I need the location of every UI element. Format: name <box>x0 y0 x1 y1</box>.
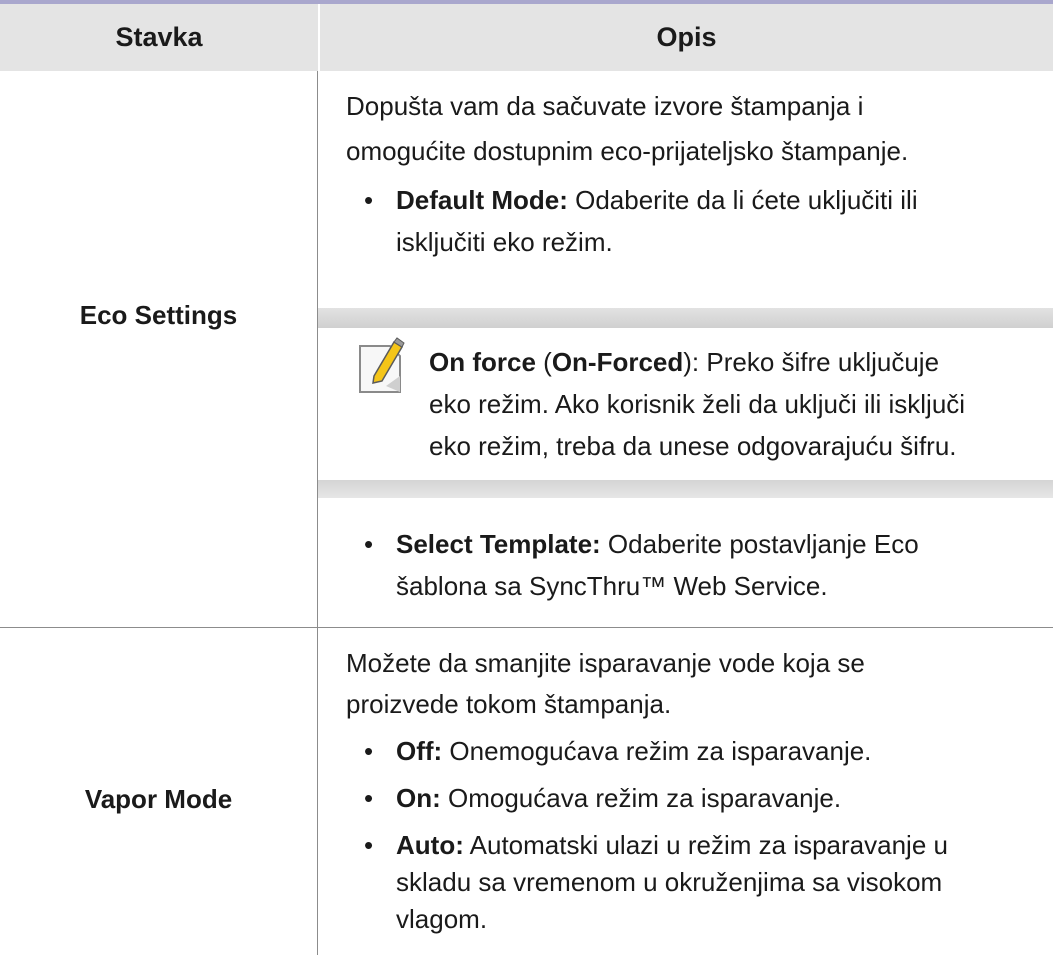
eco-intro-line-2: omogućite dostupnim eco-prijateljsko šta… <box>346 136 909 166</box>
header-item-column: Stavka <box>115 22 203 52</box>
vapor-off-text: Onemogućava režim za isparavanje. <box>442 736 872 766</box>
bullet-auto: • <box>364 830 374 860</box>
default-mode-line-2: isključiti eko režim. <box>396 227 613 257</box>
bullet-off: • <box>364 736 374 766</box>
note-term-on-forced: On-Forced <box>551 347 684 377</box>
note-term-on-force: On force <box>429 347 536 377</box>
vapor-mode-label: Vapor Mode <box>84 784 233 814</box>
header-divider <box>318 4 320 71</box>
bullet-select-template: • <box>364 529 374 559</box>
note-line-1: On force (On-Forced): Preko šifre uključ… <box>429 342 1049 382</box>
header-description-column: Opis <box>656 22 717 52</box>
vapor-on-text: Omogućava režim za isparavanje. <box>440 783 842 813</box>
vapor-on-item: On: Omogućava režim za isparavanje. <box>396 778 1036 818</box>
eco-intro-line-1: Dopušta vam da sačuvate izvore štampanja… <box>346 91 864 121</box>
note-line-3: eko režim, treba da unese odgovarajuću š… <box>429 431 957 461</box>
select-template-term: Select Template: <box>396 529 601 559</box>
note-paren-open: ( <box>535 347 552 377</box>
vapor-auto-line-2: skladu sa vremenom u okruženjima sa viso… <box>396 867 943 897</box>
vapor-intro-line-1: Možete da smanjite isparavanje vode koja… <box>346 648 865 678</box>
row-divider <box>0 627 1053 628</box>
vapor-intro-line-2: proizvede tokom štampanja. <box>346 689 672 719</box>
column-divider <box>317 71 318 955</box>
vapor-auto-text: Automatski ulazi u režim za isparavanje … <box>463 830 948 860</box>
vapor-off-term: Off: <box>396 736 443 766</box>
bullet-on: • <box>364 783 374 813</box>
default-mode-text: Odaberite da li ćete uključiti ili <box>567 185 918 215</box>
vapor-auto-line-3: vlagom. <box>396 904 488 934</box>
bullet-default-mode: • <box>364 185 374 215</box>
note-bottom-band <box>318 480 1053 498</box>
eco-settings-label: Eco Settings <box>79 300 238 330</box>
table-header: Stavka Opis <box>0 4 1053 71</box>
select-template-line-1: Select Template: Odaberite postavljanje … <box>396 524 1036 564</box>
note-pencil-icon <box>359 337 405 393</box>
select-template-text: Odaberite postavljanje Eco <box>600 529 919 559</box>
vapor-on-term: On: <box>396 783 441 813</box>
vapor-auto-term: Auto: <box>396 830 464 860</box>
vapor-auto-line-1: Auto: Automatski ulazi u režim za ispara… <box>396 825 1036 865</box>
default-mode-term: Default Mode: <box>396 185 568 215</box>
note-line-2: eko režim. Ako korisnik želi da uključi … <box>429 389 966 419</box>
vapor-off-item: Off: Onemogućava režim za isparavanje. <box>396 731 1036 771</box>
select-template-line-2: šablona sa SyncThru™ Web Service. <box>396 571 828 601</box>
default-mode-line-1: Default Mode: Odaberite da li ćete uklju… <box>396 180 1036 220</box>
note-line-1-rest: ): Preko šifre uključuje <box>683 347 940 377</box>
note-top-band <box>318 308 1053 328</box>
